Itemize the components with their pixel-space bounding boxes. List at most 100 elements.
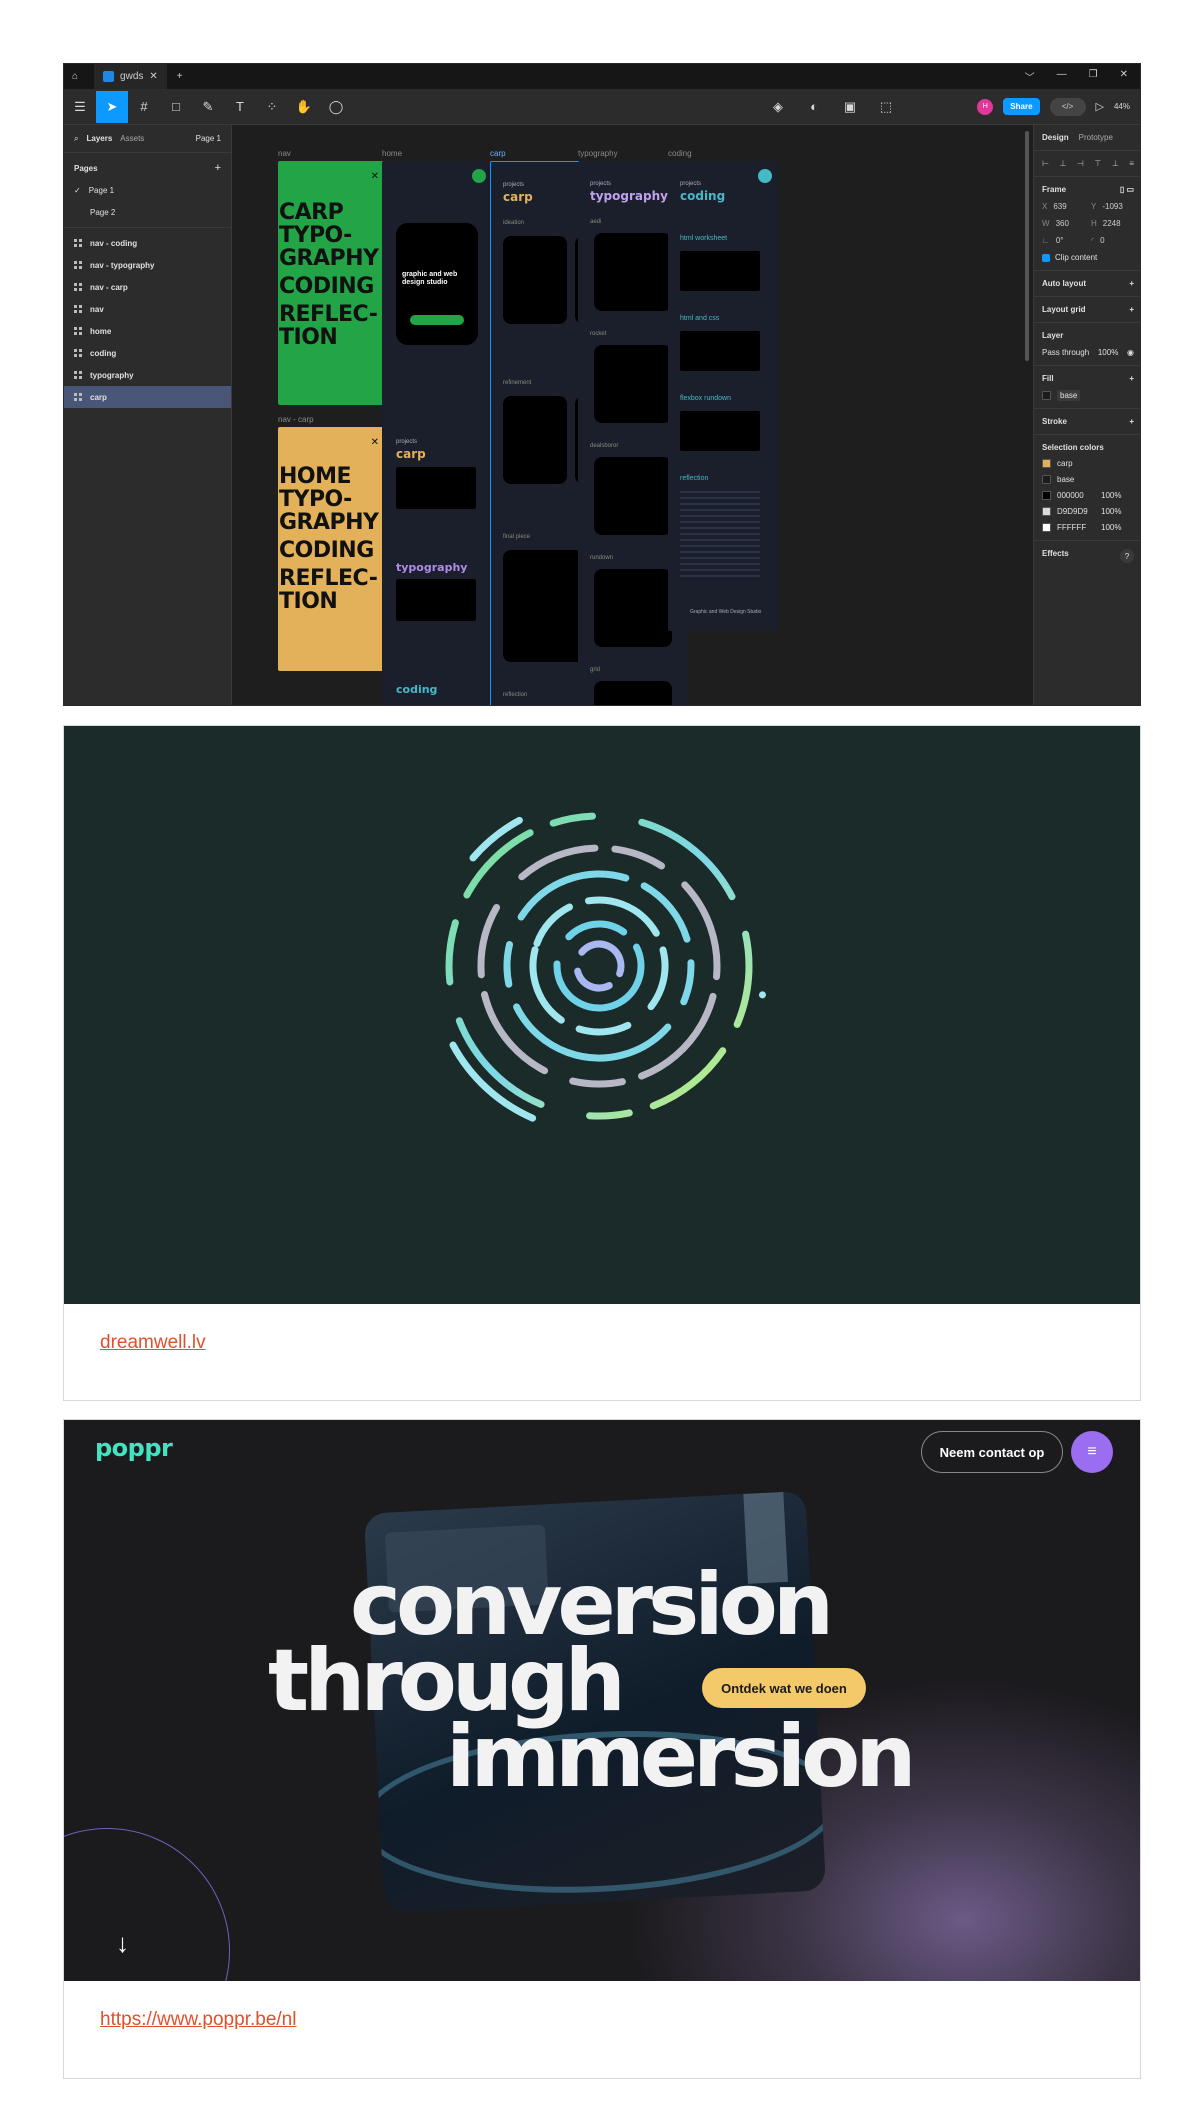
color-swatch[interactable] [1042, 491, 1051, 501]
scroll-down-icon[interactable]: ↓ [116, 1928, 129, 1959]
canvas-scrollbar[interactable] [1025, 131, 1029, 361]
poppr-link[interactable]: https://www.poppr.be/nl [100, 2009, 296, 2031]
nav-menu-word[interactable]: GRAPHY [279, 511, 379, 534]
poppr-logo[interactable]: poppr [95, 1434, 173, 1462]
align-bottom-icon[interactable]: ⊥ [1112, 159, 1119, 168]
new-tab-icon[interactable]: + [167, 71, 193, 82]
distribute-icon[interactable]: ≡ [1129, 159, 1134, 168]
add-layout-grid-icon[interactable]: + [1129, 305, 1134, 314]
color-swatch[interactable] [1042, 507, 1051, 517]
nav-frame-green[interactable]: ✕ CARP TYPO- GRAPHY CODING REFLEC- TION [278, 161, 388, 405]
avatar[interactable]: H [977, 98, 994, 115]
align-center-icon[interactable]: ⊥ [1059, 159, 1066, 168]
dreamwell-link[interactable]: dreamwell.lv [100, 1332, 206, 1354]
zoom-level[interactable]: 44% [1114, 102, 1130, 111]
tab-layers[interactable]: Layers [86, 134, 112, 143]
home-icon[interactable]: ⌂ [64, 71, 86, 82]
frame-section-title[interactable]: Frame [1042, 185, 1066, 194]
maximize-icon[interactable]: ❐ [1089, 69, 1098, 84]
nav-menu-word[interactable]: REFLEC- [279, 567, 379, 590]
nav-menu-word[interactable]: CARP [279, 201, 379, 224]
nav-menu-word[interactable]: REFLEC- [279, 303, 379, 326]
layer-opacity[interactable]: 100% [1098, 348, 1118, 357]
layer-item[interactable]: nav [64, 298, 231, 320]
contact-button[interactable]: Neem contact op [921, 1431, 1063, 1473]
main-menu-icon[interactable]: ☰ [64, 91, 96, 123]
align-right-icon[interactable]: ⊣ [1077, 159, 1084, 168]
add-stroke-icon[interactable]: + [1129, 417, 1134, 426]
menu-button[interactable]: ≡ [1071, 1431, 1113, 1473]
y-input[interactable]: -1093 [1102, 202, 1122, 211]
mask-icon[interactable]: ◐ [798, 91, 830, 123]
share-button[interactable]: Share [1003, 98, 1040, 115]
layer-item[interactable]: nav - typography [64, 254, 231, 276]
move-tool-icon[interactable]: ➤ [96, 90, 128, 123]
nav-menu-word[interactable]: TYPO- [279, 224, 379, 247]
dev-mode-toggle[interactable]: </> [1049, 97, 1086, 116]
page-selector[interactable]: Page 1 [196, 134, 221, 143]
shape-tool-icon[interactable]: □ [160, 91, 192, 123]
layer-item[interactable]: nav - carp [64, 276, 231, 298]
add-auto-layout-icon[interactable]: + [1129, 279, 1134, 288]
selection-color-row[interactable]: FFFFFF 100% [1042, 523, 1134, 533]
color-swatch[interactable] [1042, 459, 1051, 469]
page-item[interactable]: ✓ Page 1 [64, 179, 231, 201]
page-item[interactable]: Page 2 [64, 201, 231, 223]
layer-item[interactable]: carp [64, 386, 231, 408]
nav-menu-word[interactable]: HOME [279, 465, 379, 488]
tab-assets[interactable]: Assets [120, 134, 144, 143]
minimize-icon[interactable]: — [1057, 69, 1067, 84]
color-opacity[interactable]: 100% [1101, 523, 1121, 532]
comment-tool-icon[interactable]: ◯ [320, 91, 352, 123]
selection-color-row[interactable]: carp [1042, 459, 1134, 469]
color-opacity[interactable]: 100% [1101, 491, 1121, 500]
tab-prototype[interactable]: Prototype [1079, 133, 1113, 142]
nav-menu-word[interactable]: CODING [279, 275, 379, 298]
resources-icon[interactable]: ⁘ [256, 91, 288, 123]
present-icon[interactable]: ▷ [1096, 100, 1104, 113]
radius-input[interactable]: 0 [1100, 236, 1104, 245]
discover-button[interactable]: Ontdek wat we doen [702, 1668, 866, 1708]
canvas[interactable]: nav home carp typography coding nav - ca… [232, 125, 1033, 705]
nav-menu-word[interactable]: TION [279, 326, 379, 349]
component-icon[interactable]: ◈ [762, 91, 794, 123]
layer-item[interactable]: home [64, 320, 231, 342]
coding-frame[interactable]: projects coding html worksheet html and … [668, 161, 778, 631]
dropdown-icon[interactable]: ﹀ [1025, 69, 1035, 84]
tab-design[interactable]: Design [1042, 133, 1069, 142]
crop-icon[interactable]: ⬚ [870, 91, 902, 123]
color-opacity[interactable]: 100% [1101, 507, 1121, 516]
selection-color-row[interactable]: base [1042, 475, 1134, 485]
selection-color-row[interactable]: 000000 100% [1042, 491, 1134, 501]
selection-color-row[interactable]: D9D9D9 100% [1042, 507, 1134, 517]
file-tab[interactable]: gwds ✕ [94, 64, 167, 89]
w-input[interactable]: 360 [1056, 219, 1069, 228]
color-swatch[interactable] [1042, 523, 1051, 533]
frame-device-icons[interactable]: ▯ ▭ [1120, 185, 1134, 194]
hand-tool-icon[interactable]: ✋ [288, 91, 320, 123]
eye-icon[interactable]: ◉ [1127, 348, 1134, 357]
pen-tool-icon[interactable]: ✎ [192, 91, 224, 123]
boolean-icon[interactable]: ▣ [834, 91, 866, 123]
home-frame[interactable]: graphic and web design studio projects c… [382, 161, 490, 705]
close-tab-icon[interactable]: ✕ [149, 71, 157, 82]
search-icon[interactable]: ⌕ [74, 134, 78, 144]
nav-menu-word[interactable]: TYPO- [279, 488, 379, 511]
layer-item[interactable]: coding [64, 342, 231, 364]
color-swatch[interactable] [1042, 475, 1051, 485]
frame-tool-icon[interactable]: # [128, 91, 160, 123]
add-page-icon[interactable]: + [215, 162, 221, 174]
nav-menu-word[interactable]: TION [279, 590, 379, 613]
rotation-input[interactable]: 0° [1056, 236, 1064, 245]
add-fill-icon[interactable]: + [1129, 374, 1134, 383]
layer-item[interactable]: typography [64, 364, 231, 386]
text-tool-icon[interactable]: T [224, 91, 256, 123]
h-input[interactable]: 2248 [1103, 219, 1121, 228]
x-input[interactable]: 639 [1053, 202, 1066, 211]
close-window-icon[interactable]: ✕ [1120, 69, 1128, 84]
nav-menu-word[interactable]: CODING [279, 539, 379, 562]
nav-frame-yellow[interactable]: ✕ HOME TYPO- GRAPHY CODING REFLEC- TION [278, 427, 388, 671]
align-top-icon[interactable]: ⊤ [1094, 159, 1101, 168]
align-left-icon[interactable]: ⊢ [1042, 159, 1049, 168]
blend-mode-select[interactable]: Pass through [1042, 348, 1089, 357]
